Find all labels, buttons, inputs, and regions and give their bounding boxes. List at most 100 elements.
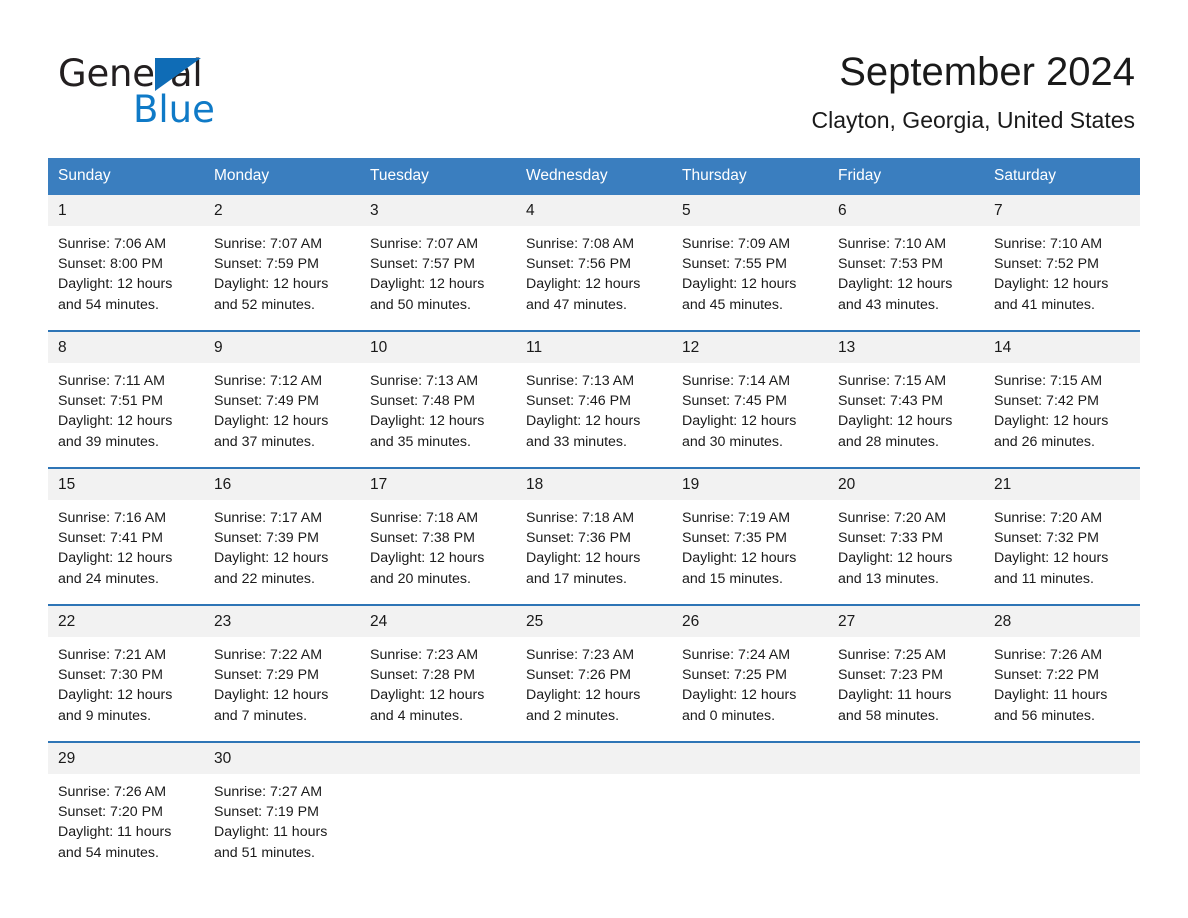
logo-triangle-icon	[155, 58, 201, 91]
day-number: 30	[204, 743, 360, 774]
daylight-text-line2: and 45 minutes.	[682, 296, 783, 313]
day-number: 23	[204, 606, 360, 637]
daylight-text-line1: Daylight: 12 hours	[370, 276, 485, 293]
sunrise-text: Sunrise: 7:07 AM	[214, 236, 323, 252]
daylight-text-line1: Daylight: 12 hours	[214, 276, 329, 293]
generalblue-logo[interactable]: General Blue	[58, 54, 318, 134]
sunset-text: Sunset: 7:52 PM	[994, 256, 1099, 273]
day-cell[interactable]: 8 Sunrise: 7:11 AM Sunset: 7:51 PM Dayli…	[48, 331, 204, 468]
sunrise-text: Sunrise: 7:27 AM	[214, 784, 323, 800]
sunset-text: Sunset: 7:48 PM	[370, 393, 475, 410]
daylight-text-line2: and 37 minutes.	[214, 433, 315, 450]
sunset-text: Sunset: 7:23 PM	[838, 667, 943, 684]
daylight-text-line2: and 35 minutes.	[370, 433, 471, 450]
column-header-tuesday: Tuesday	[360, 158, 516, 195]
day-cell[interactable]: 7 Sunrise: 7:10 AM Sunset: 7:52 PM Dayli…	[984, 195, 1140, 331]
day-cell[interactable]: 10 Sunrise: 7:13 AM Sunset: 7:48 PM Dayl…	[360, 331, 516, 468]
sunrise-text: Sunrise: 7:15 AM	[994, 373, 1103, 389]
day-cell[interactable]: 21 Sunrise: 7:20 AM Sunset: 7:32 PM Dayl…	[984, 468, 1140, 605]
sunrise-text: Sunrise: 7:17 AM	[214, 510, 323, 526]
day-info: Sunrise: 7:27 AM Sunset: 7:19 PM Dayligh…	[204, 774, 360, 863]
daylight-text-line1: Daylight: 12 hours	[370, 413, 485, 430]
day-info: Sunrise: 7:08 AM Sunset: 7:56 PM Dayligh…	[516, 226, 672, 315]
day-cell[interactable]: 13 Sunrise: 7:15 AM Sunset: 7:43 PM Dayl…	[828, 331, 984, 468]
day-cell[interactable]: 29 Sunrise: 7:26 AM Sunset: 7:20 PM Dayl…	[48, 742, 204, 878]
daylight-text-line2: and 11 minutes.	[994, 570, 1094, 587]
daylight-text-line2: and 28 minutes.	[838, 433, 939, 450]
sunrise-text: Sunrise: 7:18 AM	[370, 510, 479, 526]
day-cell[interactable]: 24 Sunrise: 7:23 AM Sunset: 7:28 PM Dayl…	[360, 605, 516, 742]
day-number: 14	[984, 332, 1140, 363]
day-cell[interactable]: 15 Sunrise: 7:16 AM Sunset: 7:41 PM Dayl…	[48, 468, 204, 605]
day-info: Sunrise: 7:24 AM Sunset: 7:25 PM Dayligh…	[672, 637, 828, 726]
day-info: Sunrise: 7:19 AM Sunset: 7:35 PM Dayligh…	[672, 500, 828, 589]
day-cell[interactable]: 14 Sunrise: 7:15 AM Sunset: 7:42 PM Dayl…	[984, 331, 1140, 468]
daylight-text-line2: and 7 minutes.	[214, 707, 308, 724]
day-number: 16	[204, 469, 360, 500]
day-cell[interactable]: 12 Sunrise: 7:14 AM Sunset: 7:45 PM Dayl…	[672, 331, 828, 468]
calendar-page: General Blue September 2024 Clayton, Geo…	[0, 0, 1188, 918]
daylight-text-line2: and 54 minutes.	[58, 296, 159, 313]
daylight-text-line1: Daylight: 12 hours	[994, 550, 1109, 567]
daylight-text-line1: Daylight: 12 hours	[370, 550, 485, 567]
daylight-text-line2: and 43 minutes.	[838, 296, 939, 313]
daylight-text-line2: and 50 minutes.	[370, 296, 471, 313]
day-number: 1	[48, 195, 204, 226]
sunrise-text: Sunrise: 7:26 AM	[994, 647, 1103, 663]
week-row: 29 Sunrise: 7:26 AM Sunset: 7:20 PM Dayl…	[48, 742, 1140, 878]
day-info: Sunrise: 7:06 AM Sunset: 8:00 PM Dayligh…	[48, 226, 204, 315]
day-cell[interactable]: 30 Sunrise: 7:27 AM Sunset: 7:19 PM Dayl…	[204, 742, 360, 878]
sunset-text: Sunset: 7:29 PM	[214, 667, 319, 684]
column-header-sunday: Sunday	[48, 158, 204, 195]
daylight-text-line1: Daylight: 12 hours	[214, 413, 329, 430]
sunset-text: Sunset: 7:33 PM	[838, 530, 943, 547]
day-cell[interactable]: 9 Sunrise: 7:12 AM Sunset: 7:49 PM Dayli…	[204, 331, 360, 468]
day-cell[interactable]: 26 Sunrise: 7:24 AM Sunset: 7:25 PM Dayl…	[672, 605, 828, 742]
day-info: Sunrise: 7:10 AM Sunset: 7:53 PM Dayligh…	[828, 226, 984, 315]
daylight-text-line2: and 4 minutes.	[370, 707, 464, 724]
day-cell[interactable]: 6 Sunrise: 7:10 AM Sunset: 7:53 PM Dayli…	[828, 195, 984, 331]
daylight-text-line1: Daylight: 12 hours	[682, 276, 797, 293]
sunrise-text: Sunrise: 7:10 AM	[994, 236, 1103, 252]
daylight-text-line2: and 15 minutes.	[682, 570, 783, 587]
day-info: Sunrise: 7:07 AM Sunset: 7:57 PM Dayligh…	[360, 226, 516, 315]
day-cell[interactable]: 19 Sunrise: 7:19 AM Sunset: 7:35 PM Dayl…	[672, 468, 828, 605]
day-cell[interactable]: 4 Sunrise: 7:08 AM Sunset: 7:56 PM Dayli…	[516, 195, 672, 331]
day-cell[interactable]: 18 Sunrise: 7:18 AM Sunset: 7:36 PM Dayl…	[516, 468, 672, 605]
column-header-friday: Friday	[828, 158, 984, 195]
day-cell[interactable]: 5 Sunrise: 7:09 AM Sunset: 7:55 PM Dayli…	[672, 195, 828, 331]
sunset-text: Sunset: 7:20 PM	[58, 804, 163, 821]
day-info: Sunrise: 7:18 AM Sunset: 7:36 PM Dayligh…	[516, 500, 672, 589]
day-cell[interactable]: 20 Sunrise: 7:20 AM Sunset: 7:33 PM Dayl…	[828, 468, 984, 605]
day-cell[interactable]: 16 Sunrise: 7:17 AM Sunset: 7:39 PM Dayl…	[204, 468, 360, 605]
daylight-text-line1: Daylight: 12 hours	[526, 276, 641, 293]
day-cell[interactable]: 27 Sunrise: 7:25 AM Sunset: 7:23 PM Dayl…	[828, 605, 984, 742]
sunrise-text: Sunrise: 7:19 AM	[682, 510, 791, 526]
daylight-text-line2: and 52 minutes.	[214, 296, 315, 313]
sunset-text: Sunset: 7:41 PM	[58, 530, 163, 547]
title-block: September 2024 Clayton, Georgia, United …	[812, 48, 1135, 134]
daylight-text-line1: Daylight: 12 hours	[58, 413, 173, 430]
day-number: 15	[48, 469, 204, 500]
daylight-text-line1: Daylight: 12 hours	[838, 276, 953, 293]
sunset-text: Sunset: 7:19 PM	[214, 804, 319, 821]
day-number	[516, 743, 672, 774]
day-cell[interactable]: 1 Sunrise: 7:06 AM Sunset: 8:00 PM Dayli…	[48, 195, 204, 331]
day-cell[interactable]: 28 Sunrise: 7:26 AM Sunset: 7:22 PM Dayl…	[984, 605, 1140, 742]
day-cell-empty	[984, 742, 1140, 878]
sunrise-text: Sunrise: 7:24 AM	[682, 647, 791, 663]
day-cell[interactable]: 11 Sunrise: 7:13 AM Sunset: 7:46 PM Dayl…	[516, 331, 672, 468]
day-cell[interactable]: 2 Sunrise: 7:07 AM Sunset: 7:59 PM Dayli…	[204, 195, 360, 331]
day-number: 13	[828, 332, 984, 363]
sunset-text: Sunset: 7:56 PM	[526, 256, 631, 273]
day-cell[interactable]: 23 Sunrise: 7:22 AM Sunset: 7:29 PM Dayl…	[204, 605, 360, 742]
daylight-text-line1: Daylight: 12 hours	[526, 687, 641, 704]
day-cell[interactable]: 3 Sunrise: 7:07 AM Sunset: 7:57 PM Dayli…	[360, 195, 516, 331]
day-cell[interactable]: 17 Sunrise: 7:18 AM Sunset: 7:38 PM Dayl…	[360, 468, 516, 605]
day-cell[interactable]: 22 Sunrise: 7:21 AM Sunset: 7:30 PM Dayl…	[48, 605, 204, 742]
daylight-text-line1: Daylight: 12 hours	[682, 550, 797, 567]
page-header: General Blue September 2024 Clayton, Geo…	[0, 0, 1188, 155]
day-cell[interactable]: 25 Sunrise: 7:23 AM Sunset: 7:26 PM Dayl…	[516, 605, 672, 742]
daylight-text-line1: Daylight: 12 hours	[58, 276, 173, 293]
daylight-text-line1: Daylight: 12 hours	[214, 687, 329, 704]
